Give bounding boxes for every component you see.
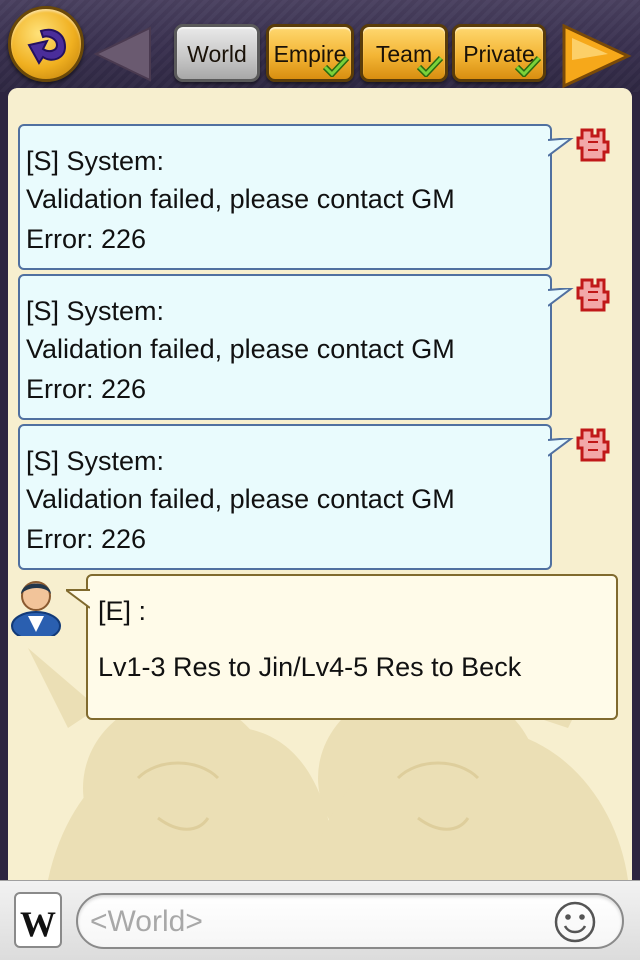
tab-private[interactable]: Private	[452, 24, 546, 82]
check-icon	[417, 55, 443, 77]
system-message: [S] System: Validation failed, please co…	[18, 274, 574, 420]
channel-select-button[interactable]: W	[14, 892, 62, 948]
message-sender: [S] System:	[26, 296, 165, 326]
message-text: Validation failed, please contact GM	[26, 184, 455, 214]
tab-world[interactable]: World	[174, 24, 260, 82]
smiley-icon[interactable]	[552, 899, 598, 945]
check-icon	[323, 55, 349, 77]
message-error: Error: 226	[26, 524, 147, 554]
tab-world-label: World	[187, 41, 247, 67]
user-message: [E] : Lv1-3 Res to Jin/Lv4-5 Res to Beck	[66, 574, 618, 720]
bubble-tail	[548, 138, 574, 157]
back-button[interactable]	[8, 6, 84, 82]
bubble-tail	[66, 589, 90, 609]
message-text: Validation failed, please contact GM	[26, 334, 455, 364]
chat-input-field[interactable]	[76, 893, 624, 949]
system-message: [S] System: Validation failed, please co…	[18, 124, 574, 270]
message-error: Error: 226	[26, 374, 147, 404]
gm-puzzle-icon[interactable]	[576, 426, 610, 462]
system-message: [S] System: Validation failed, please co…	[18, 424, 574, 570]
gm-puzzle-icon[interactable]	[576, 276, 610, 312]
message-sender: [S] System:	[26, 146, 165, 176]
back-arrow-icon	[27, 28, 67, 65]
input-bar: W	[0, 880, 640, 960]
channel-button-label: W	[20, 904, 56, 944]
chat-area[interactable]: [S] System: Validation failed, please co…	[8, 88, 632, 880]
check-icon	[515, 55, 541, 77]
nav-right-arrow[interactable]	[560, 24, 632, 88]
user-avatar-icon[interactable]	[10, 572, 62, 636]
message-error: Error: 226	[26, 224, 147, 254]
bubble-tail	[548, 288, 574, 307]
chat-input[interactable]	[90, 903, 560, 941]
bubble-tail	[548, 438, 574, 457]
user-message-text: Lv1-3 Res to Jin/Lv4-5 Res to Beck	[98, 652, 522, 682]
gm-puzzle-icon[interactable]	[576, 126, 610, 162]
user-message-sender: [E] :	[98, 596, 147, 626]
message-sender: [S] System:	[26, 446, 165, 476]
message-text: Validation failed, please contact GM	[26, 484, 455, 514]
tab-team[interactable]: Team	[360, 24, 448, 82]
nav-left-arrow[interactable]	[90, 24, 154, 84]
tab-empire[interactable]: Empire	[266, 24, 354, 82]
